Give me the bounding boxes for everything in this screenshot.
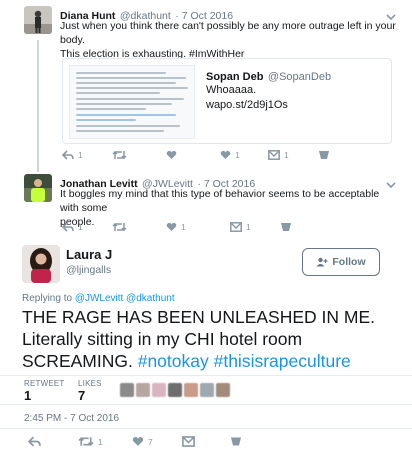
add-user-icon	[316, 257, 328, 267]
dm-icon	[182, 436, 195, 447]
tweet-timestamp[interactable]: 2:45 PM - 7 Oct 2016	[24, 413, 119, 424]
like-button[interactable]	[166, 150, 177, 160]
liker-avatar[interactable]	[168, 383, 182, 397]
liker-avatar[interactable]	[136, 383, 150, 397]
heart-icon	[166, 150, 177, 159]
like-button[interactable]: 1	[166, 222, 186, 232]
liker-avatar[interactable]	[184, 383, 198, 397]
quoted-document-image	[69, 65, 195, 139]
hashtags-link[interactable]: #notokay #thisisrapeculture	[138, 351, 351, 371]
heart-like-button[interactable]: 1	[220, 150, 240, 160]
stats-top-divider	[0, 375, 412, 376]
retweet-button[interactable]: 1	[78, 436, 103, 447]
stats-bottom-divider	[0, 404, 412, 405]
envelope-icon	[281, 223, 291, 231]
like-count: 7	[148, 436, 153, 447]
more-options-button[interactable]	[318, 150, 330, 160]
like-count: 1	[235, 150, 240, 160]
liker-avatar[interactable]	[216, 383, 230, 397]
author-name[interactable]: Laura J	[66, 247, 112, 262]
direct-message-button[interactable]	[182, 436, 195, 447]
actions-divider	[0, 428, 412, 429]
main-tweet-text: THE RAGE HAS BEEN UNLEASHED IN ME. Liter…	[22, 307, 375, 371]
reply-button[interactable]	[28, 436, 41, 447]
avatar-laura-j[interactable]	[22, 245, 60, 283]
reply-count: 1	[78, 222, 83, 232]
retweet-stat[interactable]: RETWEET 1	[24, 379, 65, 403]
quoted-author-handle: @SopanDeb	[267, 71, 332, 83]
quoted-tweet-card[interactable]: Sopan Deb @SopanDeb Whoaaaa. wapo.st/2d9…	[62, 58, 392, 144]
liker-avatar[interactable]	[152, 383, 166, 397]
liker-avatar[interactable]	[120, 383, 134, 397]
liker-avatar[interactable]	[200, 383, 214, 397]
retweet-icon	[112, 150, 127, 160]
likes-stat[interactable]: LIKES 7	[78, 379, 102, 403]
envelope-icon	[231, 437, 241, 446]
author-handle[interactable]: @ljingalls	[66, 264, 111, 276]
follow-label: Follow	[332, 256, 366, 268]
reply-icon	[62, 222, 74, 232]
retweet-count: 1	[98, 436, 103, 447]
like-count: 1	[181, 222, 186, 232]
replying-to: Replying to @JWLevitt @dkathunt	[22, 293, 175, 304]
dm-count: 1	[284, 150, 289, 160]
heart-icon	[166, 222, 177, 231]
reply-button[interactable]: 1	[62, 150, 83, 160]
retweet-icon	[112, 222, 127, 232]
follow-button[interactable]: Follow	[302, 248, 380, 276]
reply-button[interactable]: 1	[62, 222, 83, 232]
direct-message-button[interactable]: 1	[268, 150, 289, 160]
quoted-tweet-link[interactable]: wapo.st/2d9j1Os	[206, 98, 288, 113]
heart-icon	[132, 437, 144, 446]
retweet-button[interactable]	[112, 222, 127, 232]
quoted-tweet-text: Whoaaaa. wapo.st/2d9j1Os	[206, 84, 288, 113]
thread-connector-line	[37, 40, 39, 172]
reply-icon	[62, 150, 74, 160]
retweet-icon	[78, 437, 94, 446]
envelope-icon	[319, 151, 329, 159]
quoted-author-name: Sopan Deb	[206, 71, 264, 83]
retweet-stat-count: 1	[24, 388, 32, 403]
dm-icon	[268, 150, 280, 160]
likes-stat-count: 7	[78, 388, 86, 403]
reply-icon	[28, 436, 41, 447]
reply-count: 1	[78, 150, 83, 160]
like-button[interactable]: 7	[132, 436, 153, 447]
avatar-diana-hunt[interactable]	[24, 6, 52, 34]
dm-icon	[230, 222, 242, 232]
more-options-button[interactable]	[280, 222, 292, 232]
replying-handles-link[interactable]: @JWLevitt @dkathunt	[75, 293, 175, 304]
avatar-jonathan-levitt[interactable]	[24, 174, 52, 202]
retweet-button[interactable]	[112, 150, 127, 160]
heart-icon	[220, 150, 231, 159]
more-options-button[interactable]	[230, 436, 242, 447]
tweet-text: Just when you think there can't possibly…	[60, 20, 396, 60]
direct-message-button[interactable]: 1	[230, 222, 251, 232]
dm-count: 1	[246, 222, 251, 232]
